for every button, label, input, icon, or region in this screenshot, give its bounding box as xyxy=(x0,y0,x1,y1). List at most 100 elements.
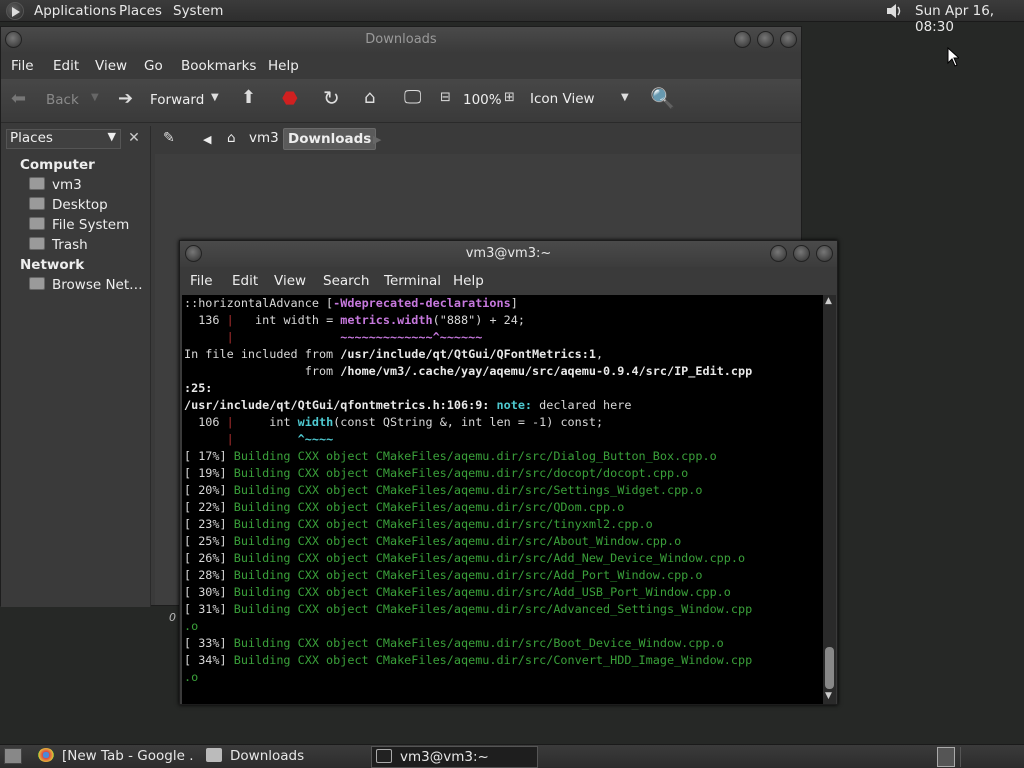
view-mode-select[interactable]: Icon View xyxy=(530,91,595,107)
terminal-text: /usr/include/qt/QtGui/QFontMetrics:1 xyxy=(340,347,596,361)
term-menu-search[interactable]: Search xyxy=(323,273,369,289)
fm-toolbar: ⬅ Back ▼ ➔ Forward ▼ ⬆ ⬣ ↻ ⌂ 🖵 ⊟ 100% ⊞ … xyxy=(1,79,801,123)
fm-menubar: File Edit View Go Bookmarks Help xyxy=(1,53,801,79)
fm-menu-file[interactable]: File xyxy=(11,58,34,74)
maximize-button[interactable] xyxy=(757,31,774,48)
menu-places[interactable]: Places xyxy=(119,3,162,19)
path-right-arrow-icon[interactable]: ▶ xyxy=(369,131,385,153)
minimize-button[interactable] xyxy=(734,31,751,48)
scroll-up-icon[interactable]: ▲ xyxy=(825,296,832,306)
zoom-out-icon[interactable]: ⊟ xyxy=(440,90,451,105)
network-icon xyxy=(29,277,45,290)
terminal-text: ^~~~~ xyxy=(297,432,334,446)
term-titlebar[interactable]: vm3@vm3:~ xyxy=(180,241,837,267)
sidebar-item-label: Desktop xyxy=(52,197,108,213)
back-button[interactable]: Back xyxy=(46,92,79,108)
scrollbar-thumb[interactable] xyxy=(825,647,834,689)
fm-menu-edit[interactable]: Edit xyxy=(53,58,79,74)
task-terminal[interactable]: vm3@vm3:~ xyxy=(371,746,538,768)
home-icon[interactable]: ⌂ xyxy=(364,87,375,108)
terminal-text: ] xyxy=(510,296,518,310)
drive-icon xyxy=(29,217,45,230)
sidebar-item-filesystem[interactable]: File System xyxy=(29,217,129,235)
terminal-text: Building CXX object CMakeFiles/aqemu.dir… xyxy=(233,517,653,531)
terminal-text: Building CXX object CMakeFiles/aqemu.dir… xyxy=(233,568,703,582)
terminal-text: ("888") + 24; xyxy=(432,313,525,327)
terminal-text: /home/vm3/.cache/yay/aqemu/src/aqemu-0.9… xyxy=(340,364,753,378)
distro-logo-icon[interactable] xyxy=(6,2,24,20)
term-menu-file[interactable]: File xyxy=(190,273,213,289)
fm-menu-view[interactable]: View xyxy=(95,58,127,74)
term-menu-help[interactable]: Help xyxy=(453,273,484,289)
terminal-text: [ 25%] xyxy=(184,534,234,548)
terminal-text: [ 34%] xyxy=(184,653,234,667)
back-dropdown-icon[interactable]: ▼ xyxy=(91,92,99,103)
scroll-down-icon[interactable]: ▼ xyxy=(825,691,832,701)
fm-menu-bookmarks[interactable]: Bookmarks xyxy=(181,58,256,74)
minimize-button[interactable] xyxy=(770,245,787,262)
breadcrumb-home-icon[interactable]: ⌂ xyxy=(223,128,240,150)
terminal-line: .o xyxy=(182,669,823,686)
clock[interactable]: Sun Apr 16, 08:30 xyxy=(915,3,1024,35)
terminal-text: | xyxy=(226,330,234,344)
term-menu-view[interactable]: View xyxy=(274,273,306,289)
show-desktop-icon[interactable] xyxy=(4,748,22,764)
back-arrow-icon[interactable]: ⬅ xyxy=(11,88,26,109)
volume-icon[interactable] xyxy=(884,2,904,20)
computer-icon[interactable]: 🖵 xyxy=(404,87,421,108)
fm-titlebar[interactable]: Downloads xyxy=(1,27,801,53)
stop-icon[interactable]: ⬣ xyxy=(282,88,298,109)
sidebar-item-vm3[interactable]: vm3 xyxy=(29,177,82,195)
terminal-text: .o xyxy=(184,670,199,684)
terminal-output[interactable]: ::horizontalAdvance [-Wdeprecated-declar… xyxy=(182,295,823,704)
terminal-text: int width = xyxy=(233,313,341,327)
close-button[interactable] xyxy=(780,31,797,48)
forward-arrow-icon[interactable]: ➔ xyxy=(118,88,133,109)
sidebar-close-icon[interactable]: ✕ xyxy=(125,130,143,148)
sidebar-item-desktop[interactable]: Desktop xyxy=(29,197,108,215)
terminal-scrollbar[interactable]: ▲ ▼ xyxy=(823,295,836,704)
search-icon[interactable]: 🔍 xyxy=(650,86,675,110)
fm-menu-help[interactable]: Help xyxy=(268,58,299,74)
view-mode-dropdown-icon[interactable]: ▼ xyxy=(621,92,629,103)
breadcrumb-downloads[interactable]: Downloads xyxy=(283,128,377,150)
sidebar-item-trash[interactable]: Trash xyxy=(29,237,88,255)
sidebar-item-label: File System xyxy=(52,217,130,233)
menu-applications[interactable]: Applications xyxy=(34,3,116,19)
forward-button[interactable]: Forward xyxy=(150,92,204,108)
terminal-text: int xyxy=(233,415,298,429)
home-folder-icon xyxy=(29,177,45,190)
workspace-switcher-1[interactable] xyxy=(937,747,955,767)
fm-menu-go[interactable]: Go xyxy=(144,58,163,74)
sidebar-selector[interactable]: Places ▼ xyxy=(6,129,121,149)
up-arrow-icon[interactable]: ⬆ xyxy=(241,87,256,108)
folder-icon xyxy=(206,748,222,762)
terminal-line: [ 30%] Building CXX object CMakeFiles/aq… xyxy=(182,584,823,601)
terminal-text: In file included from xyxy=(184,347,341,361)
mouse-cursor-icon xyxy=(947,47,959,67)
forward-dropdown-icon[interactable]: ▼ xyxy=(211,92,219,103)
bottom-panel: [New Tab - Google ... Downloads vm3@vm3:… xyxy=(0,744,1024,768)
term-menu-terminal[interactable]: Terminal xyxy=(384,273,441,289)
sidebar-item-browse-network[interactable]: Browse Net… xyxy=(29,277,143,295)
zoom-in-icon[interactable]: ⊞ xyxy=(504,90,515,105)
terminal-text: [ 19%] xyxy=(184,466,234,480)
menu-system[interactable]: System xyxy=(173,3,223,19)
path-left-arrow-icon[interactable]: ◀ xyxy=(199,131,215,153)
maximize-button[interactable] xyxy=(793,245,810,262)
term-menu-edit[interactable]: Edit xyxy=(232,273,258,289)
sidebar-heading-computer: Computer xyxy=(20,157,95,173)
reload-icon[interactable]: ↻ xyxy=(323,86,340,110)
task-downloads[interactable]: Downloads xyxy=(202,746,368,768)
close-button[interactable] xyxy=(816,245,833,262)
terminal-text: [ 33%] xyxy=(184,636,234,650)
terminal-text: -Wdeprecated-declarations xyxy=(333,296,511,310)
terminal-text: Building CXX object CMakeFiles/aqemu.dir… xyxy=(233,483,703,497)
task-chrome[interactable]: [New Tab - Google ... xyxy=(34,746,194,768)
edit-location-icon[interactable]: ✎ xyxy=(163,130,175,146)
workspace-switcher-2[interactable] xyxy=(960,747,1010,767)
terminal-text: | xyxy=(226,432,234,446)
breadcrumb-vm3[interactable]: vm3 xyxy=(245,128,283,150)
